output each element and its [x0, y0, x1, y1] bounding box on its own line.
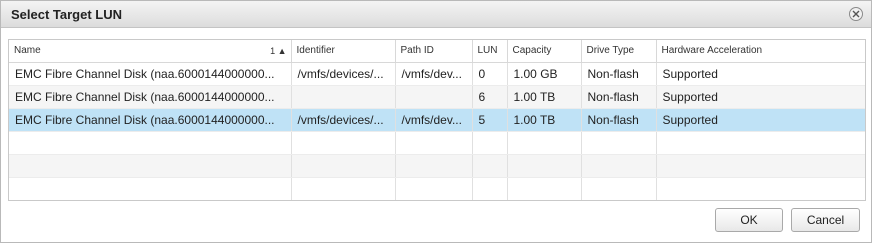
empty-cell — [9, 177, 292, 200]
cell-identifier: /vmfs/devices/... — [291, 108, 396, 132]
table-row-selected[interactable]: EMC Fibre Channel Disk (naa.600014400000… — [9, 108, 865, 132]
sort-ascending-icon: 1 ▲ — [270, 46, 287, 56]
cell-capacity: 1.00 TB — [507, 108, 582, 132]
table-row[interactable]: EMC Fibre Channel Disk (naa.600014400000… — [9, 85, 865, 109]
cell-drive-type: Non-flash — [581, 108, 657, 132]
empty-cell — [581, 154, 657, 178]
empty-cell — [395, 131, 473, 155]
empty-row — [9, 177, 865, 200]
dialog-title: Select Target LUN — [11, 7, 123, 22]
empty-cell — [472, 177, 508, 200]
empty-cell — [472, 131, 508, 155]
table-header-row: Name 1 ▲ Identifier Path ID LUN Capacity… — [9, 40, 865, 63]
cancel-button[interactable]: Cancel — [791, 208, 860, 232]
cell-path-id: /vmfs/dev... — [395, 62, 473, 86]
cell-hardware-acceleration: Supported — [656, 108, 865, 132]
select-target-lun-dialog: Select Target LUN Name 1 ▲ Identifier Pa… — [0, 0, 872, 243]
cell-name: EMC Fibre Channel Disk (naa.600014400000… — [9, 62, 292, 86]
cell-name: EMC Fibre Channel Disk (naa.600014400000… — [9, 85, 292, 109]
empty-cell — [291, 177, 396, 200]
empty-cell — [581, 177, 657, 200]
empty-cell — [507, 154, 582, 178]
empty-row — [9, 131, 865, 155]
cell-drive-type: Non-flash — [581, 62, 657, 86]
cell-lun: 5 — [472, 108, 508, 132]
table-row[interactable]: EMC Fibre Channel Disk (naa.600014400000… — [9, 62, 865, 86]
column-header-name-label: Name — [14, 45, 41, 57]
empty-cell — [395, 177, 473, 200]
column-header-lun[interactable]: LUN — [472, 40, 508, 63]
lun-table: Name 1 ▲ Identifier Path ID LUN Capacity… — [8, 39, 866, 201]
dialog-titlebar: Select Target LUN — [1, 1, 871, 28]
cell-capacity: 1.00 GB — [507, 62, 582, 86]
empty-cell — [291, 154, 396, 178]
cell-lun: 6 — [472, 85, 508, 109]
cell-identifier: /vmfs/devices/... — [291, 62, 396, 86]
empty-cell — [507, 177, 582, 200]
cell-path-id — [395, 85, 473, 109]
empty-cell — [291, 131, 396, 155]
close-icon — [852, 10, 860, 18]
cell-name: EMC Fibre Channel Disk (naa.600014400000… — [9, 108, 292, 132]
close-button[interactable] — [849, 7, 863, 21]
empty-cell — [472, 154, 508, 178]
cell-lun: 0 — [472, 62, 508, 86]
cell-hardware-acceleration: Supported — [656, 62, 865, 86]
cell-hardware-acceleration: Supported — [656, 85, 865, 109]
empty-cell — [656, 154, 865, 178]
empty-cell — [581, 131, 657, 155]
empty-row — [9, 154, 865, 178]
column-header-capacity[interactable]: Capacity — [507, 40, 582, 63]
column-header-identifier[interactable]: Identifier — [291, 40, 396, 63]
column-header-path-id[interactable]: Path ID — [395, 40, 473, 63]
empty-cell — [656, 177, 865, 200]
cell-identifier — [291, 85, 396, 109]
empty-cell — [656, 131, 865, 155]
empty-cell — [9, 131, 292, 155]
cell-drive-type: Non-flash — [581, 85, 657, 109]
ok-button[interactable]: OK — [715, 208, 783, 232]
empty-cell — [507, 131, 582, 155]
cell-path-id: /vmfs/dev... — [395, 108, 473, 132]
column-header-name[interactable]: Name 1 ▲ — [9, 40, 292, 63]
column-header-drive-type[interactable]: Drive Type — [581, 40, 657, 63]
column-header-hardware-acceleration[interactable]: Hardware Acceleration — [656, 40, 865, 63]
cell-capacity: 1.00 TB — [507, 85, 582, 109]
empty-cell — [9, 154, 292, 178]
empty-cell — [395, 154, 473, 178]
